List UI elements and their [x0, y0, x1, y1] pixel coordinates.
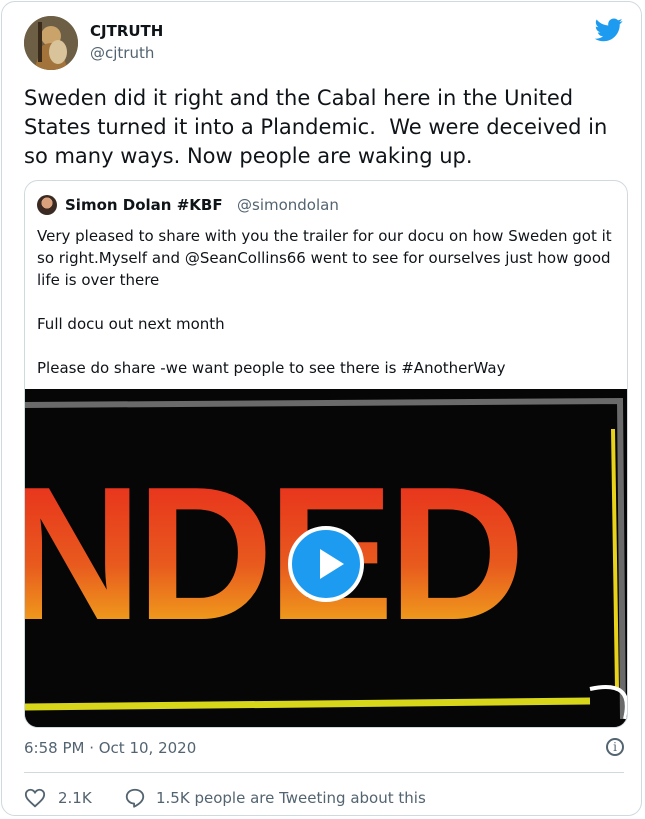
quoted-tweet[interactable]: Simon Dolan #KBF @simondolan Very please… — [24, 180, 628, 728]
quoted-author-name: Simon Dolan #KBF — [65, 196, 223, 214]
author-avatar[interactable] — [24, 16, 78, 70]
tweet-card: CJTRUTH @cjtruth Sweden did it right and… — [1, 1, 642, 816]
quoted-author-avatar — [37, 195, 57, 215]
quoted-author-handle: @simondolan — [237, 196, 339, 214]
play-button[interactable] — [288, 526, 364, 602]
heart-icon[interactable] — [24, 787, 46, 809]
info-icon[interactable]: i — [606, 738, 624, 756]
author-name[interactable]: CJTRUTH — [90, 22, 163, 40]
tweet-text: Sweden did it right and the Cabal here i… — [24, 86, 614, 168]
chat-bubble-icon[interactable] — [124, 787, 146, 809]
divider — [24, 772, 624, 773]
video-title-text: NDED — [25, 448, 519, 660]
tweet-timestamp[interactable]: 6:58 PM · Oct 10, 2020 — [24, 739, 196, 757]
like-count[interactable]: 2.1K — [58, 789, 92, 807]
quoted-tweet-text: Very pleased to share with you the trail… — [37, 227, 612, 377]
twitter-bird-icon[interactable] — [595, 18, 623, 42]
author-handle[interactable]: @cjtruth — [90, 44, 154, 62]
tweeting-about-link[interactable]: 1.5K people are Tweeting about this — [156, 789, 426, 807]
video-player[interactable]: NDED — [25, 389, 627, 727]
